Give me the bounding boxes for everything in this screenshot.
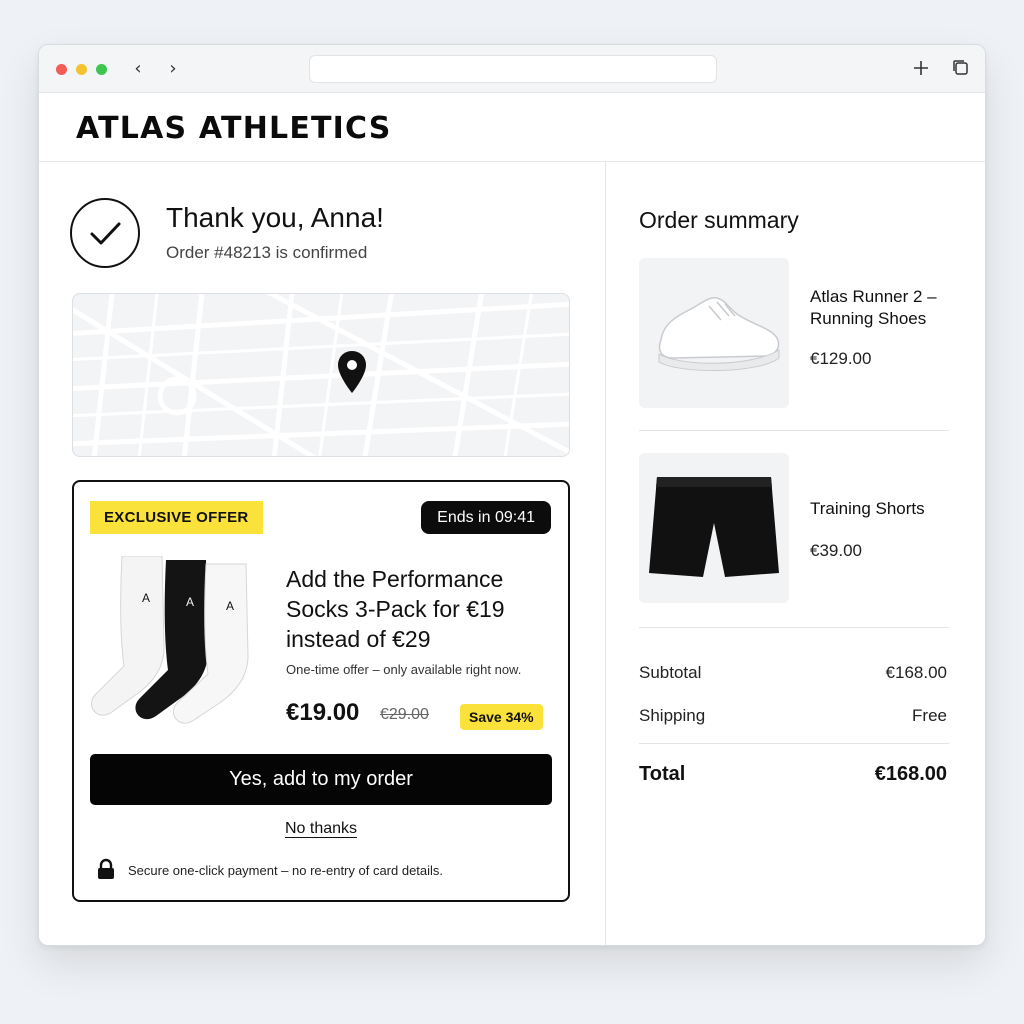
offer-old-price: €29.00 (380, 706, 429, 723)
countdown-timer: Ends in 09:41 (421, 501, 551, 534)
upsell-offer-card: EXCLUSIVE OFFER Ends in 09:41 A A A Add … (72, 480, 570, 902)
order-status: Order #48213 is confirmed (166, 243, 368, 262)
new-tab-icon[interactable] (910, 57, 932, 79)
shipping-label: Shipping (639, 706, 706, 725)
subtotal-value: €168.00 (885, 663, 947, 682)
thank-you-heading: Thank you, Anna! (166, 202, 384, 233)
save-badge: Save 34% (460, 704, 543, 730)
add-to-order-button[interactable]: Yes, add to my order (90, 754, 552, 805)
minimize-window-button[interactable] (76, 64, 87, 75)
browser-window: ‹ › ATLAS ATHLETICS Thank you, Anna! Ord… (38, 44, 986, 946)
offer-price: €19.00 (286, 699, 360, 726)
brand-logo[interactable]: ATLAS ATHLETICS (76, 111, 392, 146)
offer-title: Add the Performance Socks 3-Pack for €19… (286, 566, 505, 652)
order-item-name[interactable]: Training Shorts (810, 498, 960, 520)
sock-logo-middle: A (186, 595, 194, 609)
order-item-name[interactable]: Atlas Runner 2 – Running Shoes (810, 286, 960, 330)
subtotal-label: Subtotal (639, 663, 702, 682)
shoe-icon (658, 296, 780, 371)
check-icon (70, 198, 140, 268)
total-label: Total (639, 763, 686, 785)
order-summary-heading: Order summary (639, 207, 799, 233)
summary-divider (639, 430, 949, 431)
order-item-price: €129.00 (810, 349, 872, 368)
sock-logo-right: A (226, 599, 234, 613)
site-header: ATLAS ATHLETICS (39, 93, 985, 162)
back-icon[interactable]: ‹ (128, 59, 148, 79)
shipping-value: Free (912, 706, 947, 725)
browser-titlebar: ‹ › (39, 45, 985, 93)
running-shoe-image[interactable] (639, 258, 789, 408)
location-pin-icon (338, 351, 366, 393)
address-bar[interactable] (309, 55, 717, 83)
lock-icon (98, 858, 114, 879)
maximize-window-button[interactable] (96, 64, 107, 75)
close-window-button[interactable] (56, 64, 67, 75)
training-shorts-image[interactable] (639, 453, 789, 603)
exclusive-offer-badge: EXCLUSIVE OFFER (90, 501, 263, 534)
sock-logo-left: A (142, 591, 150, 605)
delivery-map[interactable] (72, 293, 570, 457)
socks-product-image: A A A (90, 556, 249, 724)
map-streets (73, 294, 569, 456)
total-value: €168.00 (874, 763, 947, 785)
summary-divider (639, 743, 949, 744)
no-thanks-link[interactable]: No thanks (74, 820, 568, 838)
secure-payment-note: Secure one-click payment – no re-entry o… (128, 863, 444, 878)
shorts-icon (649, 477, 779, 577)
column-divider (605, 162, 606, 945)
tabs-icon[interactable] (950, 57, 972, 79)
order-item-price: €39.00 (810, 541, 862, 560)
offer-note: One-time offer – only available right no… (286, 662, 522, 677)
summary-divider (639, 627, 949, 628)
forward-icon[interactable]: › (163, 59, 183, 79)
